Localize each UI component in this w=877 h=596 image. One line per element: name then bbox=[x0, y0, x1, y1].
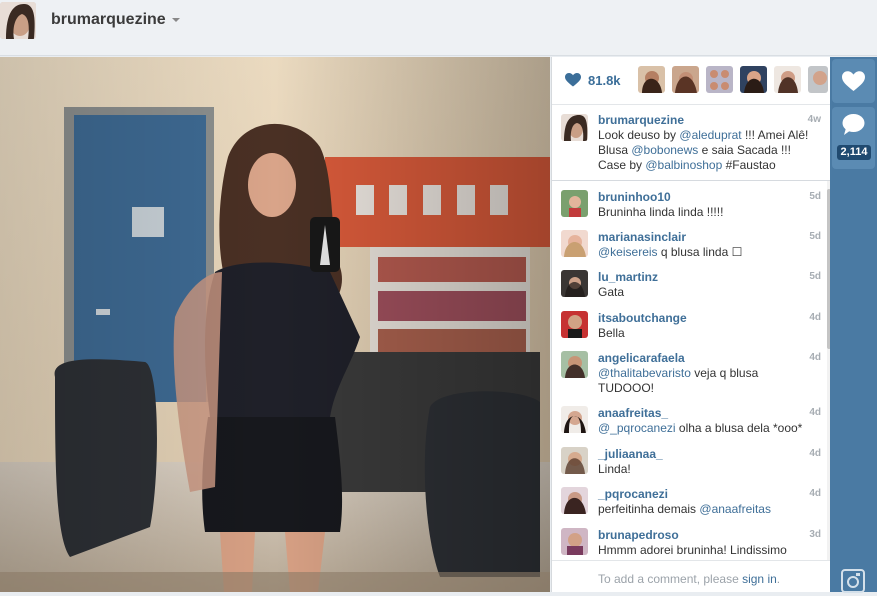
caption-text-part: e saia Sacada !!! bbox=[698, 143, 791, 157]
liker-avatar[interactable] bbox=[672, 66, 699, 93]
comment-text: @keisereis q blusa linda ☐ bbox=[598, 245, 826, 260]
liker-avatar[interactable] bbox=[808, 66, 828, 93]
comment-count-badge: 2,114 bbox=[837, 145, 871, 160]
comment-text-part: perfeitinha demais bbox=[598, 502, 700, 516]
heart-icon bbox=[842, 71, 865, 91]
selfie-photo-image bbox=[0, 57, 550, 592]
liker-avatar[interactable] bbox=[740, 66, 767, 93]
mention-link[interactable]: @_pqrocanezi bbox=[598, 421, 676, 435]
comment-username[interactable]: lu_martinz bbox=[598, 270, 658, 284]
mention-link[interactable]: @anaafreitas bbox=[699, 502, 771, 516]
sign-in-link[interactable]: sign in bbox=[742, 572, 777, 586]
add-comment-prefix: To add a comment, please bbox=[598, 572, 743, 586]
caption-text-part: #Faustao bbox=[722, 158, 776, 172]
comment-time: 5d bbox=[809, 191, 821, 202]
post-details-panel: 81.8k brumarquezine 4w Look deuso by @al… bbox=[551, 57, 831, 592]
chevron-down-icon bbox=[171, 17, 180, 22]
comment-username[interactable]: anaafreitas_ bbox=[598, 406, 668, 420]
top-bar: brumarquezine bbox=[0, 0, 877, 56]
comment-text: Bruninha linda linda !!!!! bbox=[598, 205, 724, 219]
add-comment-suffix: . bbox=[776, 572, 781, 586]
comment-avatar[interactable] bbox=[561, 270, 588, 297]
comment-text: Gata bbox=[598, 285, 625, 299]
comment-text: perfeitinha demais @anaafreitas bbox=[598, 502, 826, 517]
add-comment-prompt: To add a comment, please sign in. bbox=[598, 572, 780, 586]
comment-text: @_pqrocanezi olha a blusa dela *ooo* bbox=[598, 421, 826, 436]
comment-username[interactable]: _pqrocanezi bbox=[598, 487, 668, 501]
comment-time: 4d bbox=[809, 448, 821, 459]
mention-link[interactable]: @balbinoshop bbox=[645, 158, 722, 172]
comment-avatar[interactable] bbox=[561, 230, 588, 257]
camera-icon[interactable] bbox=[841, 569, 865, 593]
liker-avatar[interactable] bbox=[774, 66, 801, 93]
comment-username[interactable]: bruninhoo10 bbox=[598, 190, 671, 204]
profile-avatar[interactable] bbox=[0, 2, 36, 39]
mention-link[interactable]: @aleduprat bbox=[679, 128, 741, 142]
comment-avatar[interactable] bbox=[561, 311, 588, 338]
comment-time: 4d bbox=[809, 407, 821, 418]
caption-time: 4w bbox=[807, 114, 821, 125]
comment-avatar[interactable] bbox=[561, 528, 588, 555]
comment-avatar[interactable] bbox=[561, 447, 588, 474]
comment-avatar[interactable] bbox=[561, 190, 588, 217]
heart-icon[interactable] bbox=[565, 73, 581, 87]
mention-link[interactable]: @keisereis bbox=[598, 245, 658, 259]
comment-text: @thalitabevaristo veja q blusa TUDOOO! bbox=[598, 366, 826, 396]
like-button[interactable] bbox=[832, 59, 875, 103]
profile-username: brumarquezine bbox=[51, 11, 166, 28]
likes-count[interactable]: 81.8k bbox=[588, 73, 621, 88]
action-rail: 2,114 bbox=[830, 57, 877, 593]
caption-text-part: Blusa bbox=[598, 143, 632, 157]
comment-text: Bella bbox=[598, 326, 625, 340]
comment-username[interactable]: _juliaanaa_ bbox=[598, 447, 663, 461]
comment-button[interactable]: 2,114 bbox=[832, 107, 875, 169]
comment-username[interactable]: itsaboutchange bbox=[598, 311, 687, 325]
liker-avatar[interactable] bbox=[706, 66, 733, 93]
mention-link[interactable]: @thalitabevaristo bbox=[598, 366, 691, 380]
comment-text: Linda! bbox=[598, 462, 631, 476]
caption-text-part: Look deuso by bbox=[598, 128, 680, 142]
comment-text-part: q blusa linda ☐ bbox=[657, 245, 743, 259]
comment-username[interactable]: brunapedroso bbox=[598, 528, 679, 542]
caption-text-part: Case by bbox=[598, 158, 646, 172]
profile-username-dropdown[interactable]: brumarquezine bbox=[51, 11, 180, 29]
caption-avatar[interactable] bbox=[561, 114, 588, 141]
comment-text-part: veja q blusa bbox=[690, 366, 759, 380]
add-comment-bar: To add a comment, please sign in. bbox=[552, 560, 831, 592]
caption-text-part: !!! Amei Alê! bbox=[741, 128, 809, 142]
comment-time: 4d bbox=[809, 312, 821, 323]
post-photo[interactable] bbox=[0, 57, 550, 592]
comment-username[interactable]: marianasinclair bbox=[598, 230, 686, 244]
comment-avatar[interactable] bbox=[561, 487, 588, 514]
comment-username[interactable]: angelicarafaela bbox=[598, 351, 685, 365]
comment-time: 5d bbox=[809, 271, 821, 282]
comment-text-part: TUDOOO! bbox=[598, 381, 654, 395]
comment-time: 4d bbox=[809, 488, 821, 499]
speech-bubble-icon bbox=[842, 114, 865, 135]
comment-text: Hmmm adorei bruninha! Lindissimo bbox=[598, 543, 787, 557]
caption-text: Look deuso by @aleduprat !!! Amei Alê! B… bbox=[598, 128, 826, 173]
mention-link[interactable]: @bobonews bbox=[631, 143, 698, 157]
comment-time: 4d bbox=[809, 352, 821, 363]
comment-time: 5d bbox=[809, 231, 821, 242]
comment-avatar[interactable] bbox=[561, 351, 588, 378]
comments-list[interactable]: bruninhoo10 5d Bruninha linda linda !!!!… bbox=[552, 181, 831, 560]
caption-username[interactable]: brumarquezine bbox=[598, 113, 684, 127]
post-caption: brumarquezine 4w Look deuso by @aledupra… bbox=[552, 105, 831, 181]
comment-avatar[interactable] bbox=[561, 406, 588, 433]
likes-bar: 81.8k bbox=[552, 57, 831, 105]
comment-time: 3d bbox=[809, 529, 821, 540]
comment-text-part: olha a blusa dela *ooo* bbox=[675, 421, 803, 435]
liker-avatar[interactable] bbox=[638, 66, 665, 93]
